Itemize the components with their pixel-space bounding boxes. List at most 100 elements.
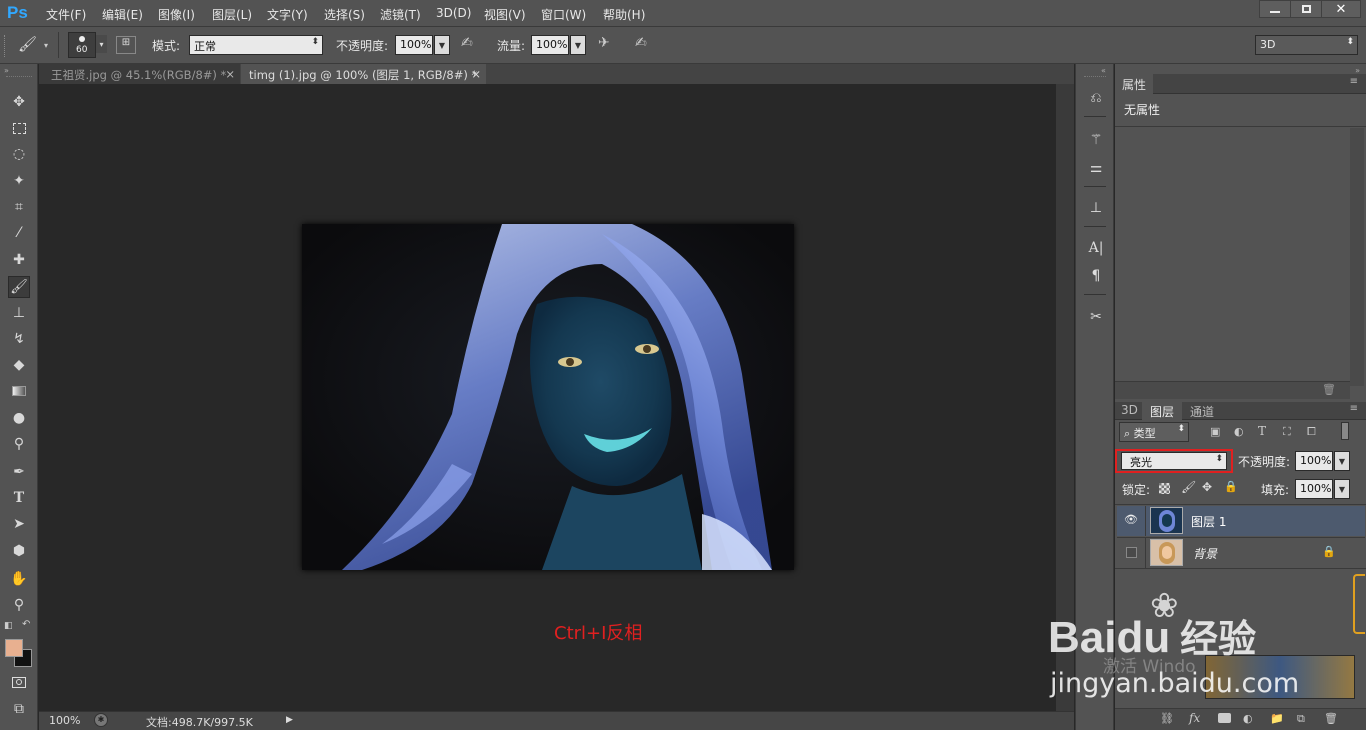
menu-type[interactable]: 文字(Y)	[267, 6, 308, 23]
eraser-tool-icon[interactable]: ◆	[8, 354, 30, 376]
type-tool-icon[interactable]: T	[8, 487, 30, 509]
grip-handle[interactable]	[6, 76, 32, 77]
layer-filter-select[interactable]: ⌕ 类型 ⬍	[1119, 422, 1189, 442]
lasso-tool-icon[interactable]: ◌	[8, 143, 30, 165]
mode-select[interactable]: 正常 ⬍	[189, 35, 323, 55]
menu-view[interactable]: 视图(V)	[484, 6, 526, 23]
opacity-dropdown-button[interactable]: ▼	[434, 35, 450, 55]
default-colors-icon[interactable]: ◧	[4, 621, 13, 631]
panel-menu-icon[interactable]: ≡	[1350, 76, 1358, 87]
lock-pixels-icon[interactable]: 🖌	[1181, 480, 1196, 494]
eye-icon[interactable]: 👁	[1124, 513, 1138, 526]
menu-layer[interactable]: 图层(L)	[212, 6, 252, 23]
move-tool-icon[interactable]: ✥	[8, 91, 30, 113]
brush-size-picker[interactable]: 60	[68, 32, 96, 58]
add-mask-icon[interactable]	[1218, 713, 1231, 723]
gradient-tool-icon[interactable]	[8, 380, 30, 402]
close-button[interactable]: ✕	[1321, 0, 1361, 18]
healing-brush-tool-icon[interactable]: ✚	[8, 249, 30, 271]
zoom-level[interactable]: 100%	[49, 714, 80, 727]
eyedropper-tool-icon[interactable]: ⁄	[8, 222, 30, 244]
stamp-tool-icon[interactable]: ⊥	[8, 302, 30, 324]
new-group-icon[interactable]: 📁	[1270, 712, 1284, 725]
lock-position-icon[interactable]: ✥	[1202, 480, 1212, 494]
new-layer-icon[interactable]: ⧉	[1297, 712, 1305, 726]
zoom-tool-icon[interactable]: ⚲	[8, 594, 30, 616]
layer-opacity-input[interactable]: 100%	[1295, 451, 1333, 471]
lock-all-icon[interactable]: 🔒	[1224, 480, 1238, 493]
brush-tool-preset-icon[interactable]: 🖌	[18, 35, 42, 55]
workspace-select[interactable]: 3D ⬍	[1255, 35, 1358, 55]
fill-dropdown[interactable]: ▼	[1334, 479, 1350, 499]
menu-help[interactable]: 帮助(H)	[603, 6, 645, 23]
path-selection-tool-icon[interactable]: ➤	[8, 513, 30, 535]
tab-channels[interactable]: 通道	[1190, 403, 1214, 420]
grip-handle[interactable]	[4, 35, 7, 57]
dodge-tool-icon[interactable]: ⚲	[8, 433, 30, 455]
pen-tool-icon[interactable]: ✒	[8, 461, 30, 483]
tab-document-1[interactable]: 王祖贤.jpg @ 45.1%(RGB/8#) * ×	[39, 64, 240, 84]
opacity-input[interactable]: 100%	[395, 35, 433, 55]
filter-shape-icon[interactable]: ⛶	[1283, 425, 1291, 439]
flow-dropdown-button[interactable]: ▼	[570, 35, 586, 55]
tab-3d[interactable]: 3D	[1121, 403, 1138, 417]
filter-toggle-switch[interactable]	[1341, 422, 1349, 440]
collapse-arrows-icon[interactable]: »	[4, 66, 9, 75]
foreground-color-swatch[interactable]	[5, 639, 23, 657]
minimize-button[interactable]	[1259, 0, 1291, 18]
character-panel-icon[interactable]: A|	[1086, 238, 1106, 258]
brush-tool-icon[interactable]: 🖌	[8, 276, 30, 298]
menu-window[interactable]: 窗口(W)	[541, 6, 586, 23]
chevron-down-icon[interactable]: ▾	[96, 35, 107, 53]
tab-layers[interactable]: 图层	[1142, 402, 1183, 420]
paragraph-panel-icon[interactable]: ¶	[1086, 266, 1106, 286]
chevron-down-icon[interactable]: ▾	[44, 41, 48, 50]
menu-file[interactable]: 文件(F)	[46, 6, 86, 23]
filter-pixel-icon[interactable]: ▣	[1210, 425, 1220, 438]
menu-3d[interactable]: 3D(D)	[436, 6, 471, 20]
trash-icon[interactable]: 🗑	[1324, 712, 1338, 725]
pressure-opacity-icon[interactable]: ✍	[461, 35, 473, 51]
hand-tool-icon[interactable]: ✋	[8, 568, 30, 590]
status-info-icon[interactable]: ✱	[94, 713, 108, 727]
close-tab-icon[interactable]: ×	[225, 67, 235, 81]
history-panel-icon[interactable]: ⎌	[1086, 88, 1106, 108]
tab-document-2[interactable]: timg (1).jpg @ 100% (图层 1, RGB/8#) * ×	[241, 64, 486, 84]
layer-row[interactable]: 背景 🔒	[1117, 537, 1365, 568]
brush-panel-toggle-icon[interactable]: ⊞	[116, 36, 136, 54]
restore-button[interactable]	[1290, 0, 1322, 18]
menu-filter[interactable]: 滤镜(T)	[380, 6, 421, 23]
blur-tool-icon[interactable]: ●	[8, 407, 30, 429]
quick-mask-icon[interactable]	[8, 671, 30, 693]
screen-mode-icon[interactable]: ⧉	[8, 698, 30, 720]
link-layers-icon[interactable]: ⛓	[1160, 712, 1174, 725]
status-menu-arrow-icon[interactable]: ▶	[286, 715, 293, 725]
swap-colors-icon[interactable]: ↶	[22, 619, 30, 630]
lock-transparent-icon[interactable]	[1159, 483, 1170, 494]
document-image[interactable]	[302, 224, 794, 570]
menu-edit[interactable]: 编辑(E)	[102, 6, 143, 23]
panel-menu-icon[interactable]: ≡	[1350, 403, 1358, 414]
collapse-arrows-icon[interactable]: «	[1101, 66, 1106, 75]
clone-source-icon[interactable]: ⊥	[1086, 198, 1106, 218]
layer-row[interactable]: 👁 图层 1	[1117, 506, 1365, 536]
magic-wand-tool-icon[interactable]: ✦	[8, 170, 30, 192]
layer-name[interactable]: 背景	[1193, 545, 1217, 562]
tab-properties[interactable]: 属性	[1115, 74, 1153, 94]
filter-adjustment-icon[interactable]: ◐	[1234, 425, 1244, 438]
blend-mode-select[interactable]: 亮光 ⬍	[1121, 452, 1227, 470]
marquee-tool-icon[interactable]	[8, 117, 30, 139]
flow-input[interactable]: 100%	[531, 35, 569, 55]
adjustment-layer-icon[interactable]: ◐	[1243, 712, 1253, 725]
shape-tool-icon[interactable]: ⬢	[8, 540, 30, 562]
layer-name[interactable]: 图层 1	[1191, 513, 1226, 530]
history-brush-tool-icon[interactable]: ↯	[8, 328, 30, 350]
layer-opacity-dropdown[interactable]: ▼	[1334, 451, 1350, 471]
adjustments-icon[interactable]: ⚌	[1086, 158, 1106, 178]
pressure-size-icon[interactable]: ✍	[635, 35, 647, 51]
fill-input[interactable]: 100%	[1295, 479, 1333, 499]
tool-presets-icon[interactable]: ✂	[1086, 307, 1106, 327]
visibility-toggle-empty[interactable]	[1126, 547, 1137, 558]
menu-image[interactable]: 图像(I)	[158, 6, 195, 23]
trash-icon[interactable]: 🗑	[1322, 383, 1336, 396]
